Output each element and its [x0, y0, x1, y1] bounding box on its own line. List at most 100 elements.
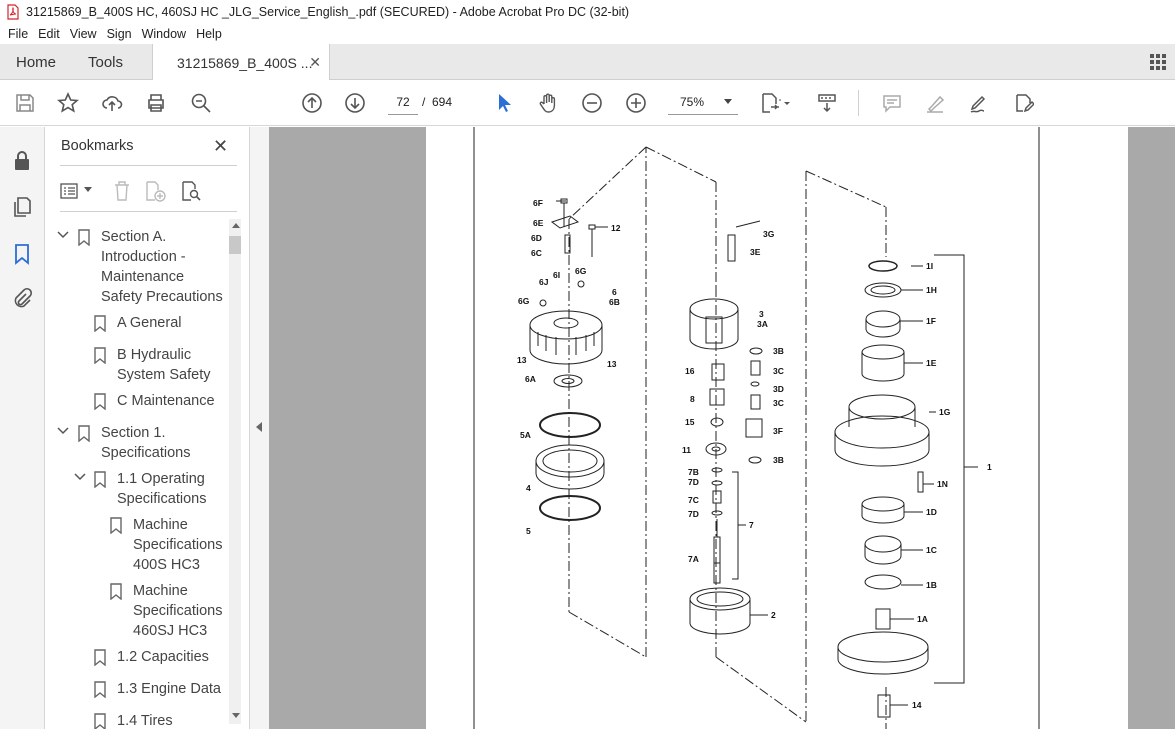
- callout-label: 4: [526, 483, 531, 493]
- apps-grid-icon[interactable]: [1149, 53, 1167, 71]
- callout-label: 1I: [926, 261, 933, 271]
- comment-icon[interactable]: [880, 91, 904, 115]
- callout-label: 6G: [518, 296, 530, 306]
- pdf-icon: [7, 4, 19, 20]
- title-bar: 31215869_B_400S HC, 460SJ HC _JLG_Servic…: [0, 0, 1175, 24]
- callout-label: 3A: [757, 319, 768, 329]
- menu-edit[interactable]: Edit: [38, 27, 60, 41]
- tab-home[interactable]: Home: [16, 44, 56, 80]
- new-bookmark-icon[interactable]: [144, 180, 166, 202]
- scroll-up-icon[interactable]: [232, 223, 240, 228]
- callout-label: 6I: [553, 270, 560, 280]
- page-up-icon[interactable]: [300, 91, 324, 115]
- callout-label: 1B: [926, 580, 937, 590]
- bookmark-star-icon[interactable]: [56, 91, 80, 115]
- callout-label: 1N: [937, 479, 948, 489]
- close-icon[interactable]: ✕: [213, 136, 228, 157]
- zoom-search-icon[interactable]: [189, 91, 213, 115]
- hand-tool-icon[interactable]: [536, 91, 560, 115]
- bookmark-label: 1.3 Engine Data: [117, 679, 221, 699]
- chevron-down-icon[interactable]: [74, 471, 86, 483]
- attachment-icon[interactable]: [10, 287, 34, 311]
- menu-sign[interactable]: Sign: [107, 27, 132, 41]
- bookmark-label-line: Section A.: [101, 229, 167, 245]
- chevron-down-icon[interactable]: [57, 425, 69, 437]
- callout-label: 13: [607, 359, 617, 369]
- callout-label: 15: [685, 417, 695, 427]
- menu-help[interactable]: Help: [196, 27, 222, 41]
- callout-label: 6J: [539, 277, 549, 287]
- page-number-input[interactable]: 72: [388, 90, 418, 115]
- bookmark-label: 1.4 Tires: [117, 711, 173, 729]
- bookmark-icon: [94, 681, 106, 698]
- tab-tools[interactable]: Tools: [88, 44, 123, 80]
- scroll-down-icon[interactable]: [232, 713, 240, 718]
- zoom-in-icon[interactable]: [624, 91, 648, 115]
- callout-label: 16: [685, 366, 695, 376]
- zoom-out-icon[interactable]: [580, 91, 604, 115]
- bookmark-label-line: Specifications: [133, 537, 223, 553]
- callout-label: 7B: [688, 467, 699, 477]
- callout-label: 1G: [939, 407, 951, 417]
- callout-label: 8: [690, 394, 695, 404]
- bookmarks-scrollbar[interactable]: [229, 219, 241, 724]
- callout-label: 1C: [926, 545, 937, 555]
- delete-icon[interactable]: [112, 180, 132, 202]
- panel-divider: [60, 165, 237, 166]
- bookmark-label-line: Machine: [133, 517, 188, 533]
- callout-label: 1D: [926, 507, 937, 517]
- callout-label: 6F: [533, 198, 543, 208]
- bookmark-label: Section A. Introduction - Maintenance Sa…: [101, 227, 223, 307]
- bookmark-label-line: Specifications: [133, 603, 223, 619]
- bookmark-label-line: Section 1.: [101, 425, 166, 441]
- bookmark-label: B Hydraulic System Safety: [117, 345, 210, 385]
- callout-label: 11: [682, 445, 691, 455]
- chevron-down-icon[interactable]: [57, 229, 69, 241]
- highlight-icon[interactable]: [923, 91, 947, 115]
- print-icon[interactable]: [144, 91, 168, 115]
- callout-label: 2: [771, 610, 776, 620]
- fill-sign-icon[interactable]: [1011, 91, 1035, 115]
- page-down-icon[interactable]: [343, 91, 367, 115]
- chevron-down-icon[interactable]: [783, 91, 791, 115]
- callout-label: 1H: [926, 285, 937, 295]
- scrollbar-thumb[interactable]: [229, 236, 241, 254]
- sign-icon[interactable]: [967, 91, 991, 115]
- menu-file[interactable]: File: [8, 27, 28, 41]
- bookmark-label-line: Maintenance: [101, 269, 185, 285]
- bookmark-icon: [78, 425, 90, 442]
- callout-label: 1F: [926, 316, 936, 326]
- page-separator: /: [422, 95, 426, 109]
- lock-icon[interactable]: [10, 149, 34, 173]
- bookmarks-panel: Bookmarks ✕ Section A. Introduction - Ma…: [45, 127, 250, 729]
- find-bookmark-icon[interactable]: [180, 180, 202, 202]
- document-viewport[interactable]: 6F 6E 12 6D 6C 6I 6G 6J 6 6G 6B 13 13 6A…: [269, 127, 1175, 729]
- bookmark-label-line: 1.2 Capacities: [117, 649, 209, 665]
- bookmark-label: Section 1. Specifications: [101, 423, 190, 463]
- bookmark-icon[interactable]: [10, 242, 34, 266]
- callout-label: 3D: [773, 384, 784, 394]
- menu-window[interactable]: Window: [142, 27, 186, 41]
- bookmark-label: Machine Specifications 400S HC3: [133, 515, 222, 575]
- bookmark-label: A General: [117, 313, 182, 333]
- upload-icon[interactable]: [100, 91, 124, 115]
- chevron-down-icon: [724, 99, 732, 104]
- scroll-mode-icon[interactable]: [815, 91, 839, 115]
- menu-view[interactable]: View: [70, 27, 97, 41]
- callout-label: 6A: [525, 374, 536, 384]
- callout-label: 14: [912, 700, 922, 710]
- save-icon[interactable]: [13, 91, 37, 115]
- pages-icon[interactable]: [10, 195, 34, 219]
- pdf-page: 6F 6E 12 6D 6C 6I 6G 6J 6 6G 6B 13 13 6A…: [426, 127, 1128, 729]
- close-icon[interactable]: ✕: [309, 54, 321, 71]
- panel-collapse-handle[interactable]: [250, 127, 269, 729]
- callout-label: 7C: [688, 495, 699, 505]
- tab-document[interactable]: 31215869_B_400S ... ✕: [152, 44, 330, 81]
- bookmark-icon: [110, 583, 122, 600]
- options-list-icon[interactable]: [60, 181, 82, 201]
- zoom-select[interactable]: 75%: [668, 90, 738, 115]
- select-arrow-icon[interactable]: [492, 91, 516, 115]
- page-fit-icon[interactable]: [758, 91, 782, 115]
- chevron-down-icon[interactable]: [84, 187, 92, 193]
- callout-label: 6B: [609, 297, 620, 307]
